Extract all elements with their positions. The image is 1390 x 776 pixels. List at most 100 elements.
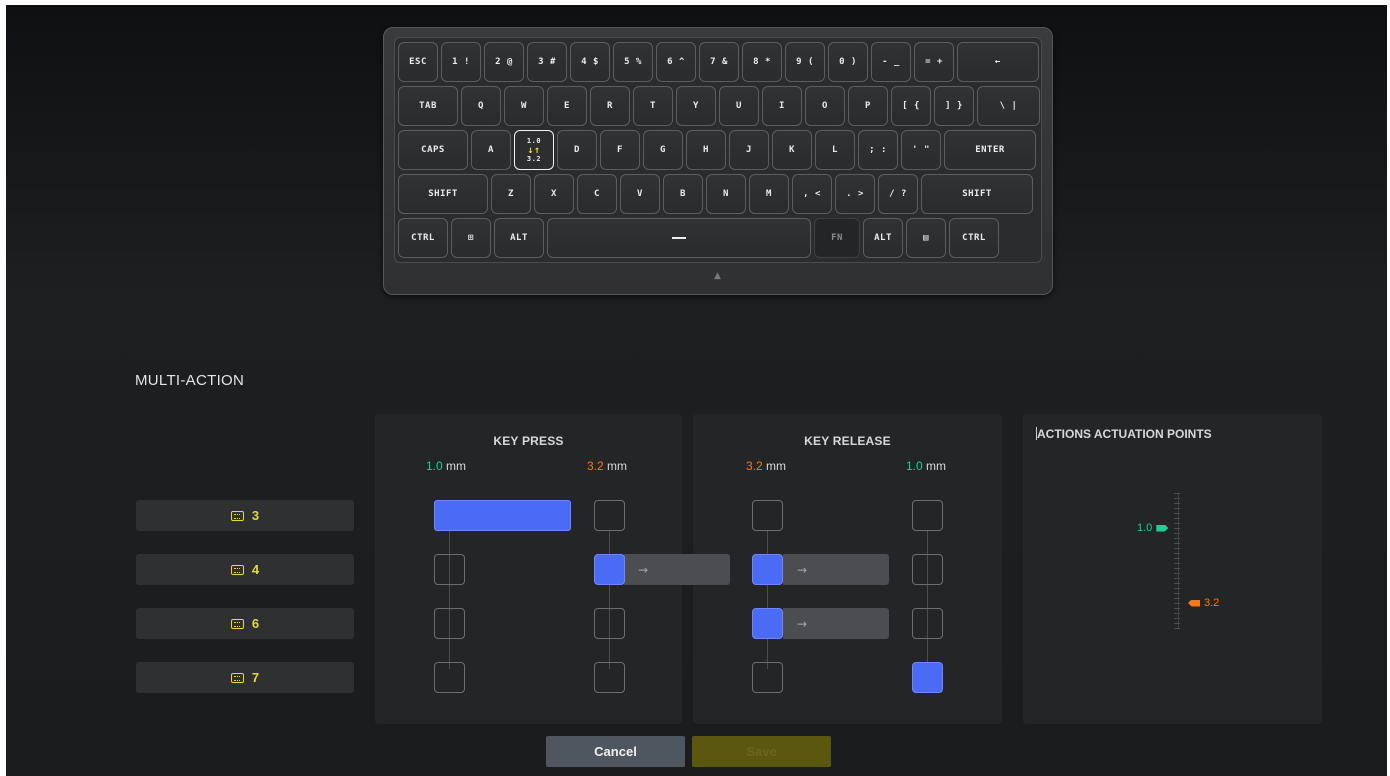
key-shift-row-7[interactable]: M [749,174,789,214]
actuation-title: ACTIONS ACTUATION POINTS [1036,427,1212,441]
key-esc-row-0[interactable]: ESC [398,42,438,82]
release-cell-active[interactable] [912,662,943,693]
save-button[interactable]: Save [692,736,831,767]
key-esc-row-1[interactable]: 1 ! [441,42,481,82]
key-space[interactable] [547,218,811,258]
key-home-row-7[interactable]: J [729,130,769,170]
scale-tick [1174,578,1180,579]
press-cell-active[interactable] [434,500,571,531]
key-home-row-8[interactable]: K [772,130,812,170]
key-qwerty-row-4[interactable]: R [590,86,630,126]
press-cell[interactable] [594,662,625,693]
key-bottom-row-0[interactable]: CTRL [398,218,448,258]
action-row[interactable]: 3 [136,500,354,531]
key-qwerty-row-0[interactable]: TAB [398,86,458,126]
key-qwerty-row-13[interactable]: \ | [977,86,1040,126]
key-esc-row-2[interactable]: 2 @ [484,42,524,82]
scale-tick [1174,548,1180,549]
key-shift-row-11[interactable]: SHIFT [921,174,1033,214]
release-cell-active[interactable] [752,608,783,639]
key-qwerty-row-9[interactable]: O [805,86,845,126]
key-home-row-0[interactable]: CAPS [398,130,468,170]
key-qwerty-row-1[interactable]: Q [461,86,501,126]
key-qwerty-row-10[interactable]: P [848,86,888,126]
press-cell[interactable] [434,608,465,639]
key-esc-row-10[interactable]: 0 ) [828,42,868,82]
press-cell[interactable] [594,500,625,531]
key-selected[interactable]: 1.0 ↓↑ 3.2 [514,130,554,170]
key-esc-row-13[interactable]: ← [957,42,1039,82]
key-bottom-row-2[interactable]: ALT [494,218,544,258]
key-esc-row-5[interactable]: 5 % [613,42,653,82]
cancel-button[interactable]: Cancel [546,736,685,767]
key-home-row-3[interactable]: D [557,130,597,170]
key-esc-row-9[interactable]: 9 ( [785,42,825,82]
key-home-row-10[interactable]: ; : [858,130,898,170]
key-bottom-row-6[interactable]: ▤ [906,218,946,258]
key-bottom-row-5[interactable]: ALT [863,218,903,258]
key-shift-row-3[interactable]: C [577,174,617,214]
key-qwerty-row-5[interactable]: T [633,86,673,126]
key-shift-row-4[interactable]: V [620,174,660,214]
scale-tick [1174,608,1180,609]
action-row[interactable]: 7 [136,662,354,693]
orange-flag-icon [1188,599,1200,607]
press-point-value: 1.0 [1137,522,1153,534]
key-qwerty-row-2[interactable]: W [504,86,544,126]
press-cell[interactable] [434,554,465,585]
key-home-row-11[interactable]: ' " [901,130,941,170]
scale-tick [1174,513,1180,514]
key-qwerty-row-3[interactable]: E [547,86,587,126]
key-shift-row-9[interactable]: . > [835,174,875,214]
key-esc-row-12[interactable]: = + [914,42,954,82]
release-cell[interactable] [752,500,783,531]
key-shift-row-6[interactable]: N [706,174,746,214]
key-shift-row-1[interactable]: Z [491,174,531,214]
press-point-marker[interactable]: 1.0 [1137,522,1169,534]
key-esc-row-3[interactable]: 3 # [527,42,567,82]
key-esc-row-4[interactable]: 4 $ [570,42,610,82]
key-shift-row-5[interactable]: B [663,174,703,214]
action-label: 7 [251,670,260,685]
release-cell[interactable] [912,500,943,531]
key-qwerty-row-12[interactable]: ] } [934,86,974,126]
key-bottom-row-7[interactable]: CTRL [949,218,999,258]
press-cell-active[interactable] [594,554,625,585]
key-esc-row-11[interactable]: - _ [871,42,911,82]
press-cell[interactable] [594,608,625,639]
key-home-row-5[interactable]: G [643,130,683,170]
action-row[interactable]: 6 [136,608,354,639]
key-qwerty-row-8[interactable]: I [762,86,802,126]
key-esc-row-8[interactable]: 8 * [742,42,782,82]
key-esc-row-6[interactable]: 6 ^ [656,42,696,82]
key-shift-row-10[interactable]: / ? [878,174,918,214]
release-start-label: 3.2 mm [746,459,787,473]
scale-tick [1174,603,1180,604]
key-home-row-4[interactable]: F [600,130,640,170]
key-bottom-row-1[interactable]: ⊞ [451,218,491,258]
press-cell[interactable] [434,662,465,693]
actuation-panel [1023,414,1322,724]
release-cell[interactable] [912,608,943,639]
key-home-row-1[interactable]: A [471,130,511,170]
key-qwerty-row-7[interactable]: U [719,86,759,126]
key-shift-row-0[interactable]: SHIFT [398,174,488,214]
key-shift-row-8[interactable]: , < [792,174,832,214]
release-point-marker[interactable]: 3.2 [1188,597,1219,609]
key-shift-row-2[interactable]: X [534,174,574,214]
key-qwerty-row-6[interactable]: Y [676,86,716,126]
release-cell[interactable] [912,554,943,585]
release-cell-active[interactable] [752,554,783,585]
action-row[interactable]: 4 [136,554,354,585]
key-home-row-6[interactable]: H [686,130,726,170]
scale-tick [1174,628,1180,629]
key-home-row-12[interactable]: ENTER [944,130,1036,170]
scale-tick [1174,568,1180,569]
key-bottom-row-4[interactable]: FN [814,218,860,258]
release-cell[interactable] [752,662,783,693]
connector-line [767,531,768,669]
key-esc-row-7[interactable]: 7 & [699,42,739,82]
key-qwerty-row-11[interactable]: [ { [891,86,931,126]
scale-tick [1174,493,1180,494]
key-home-row-9[interactable]: L [815,130,855,170]
